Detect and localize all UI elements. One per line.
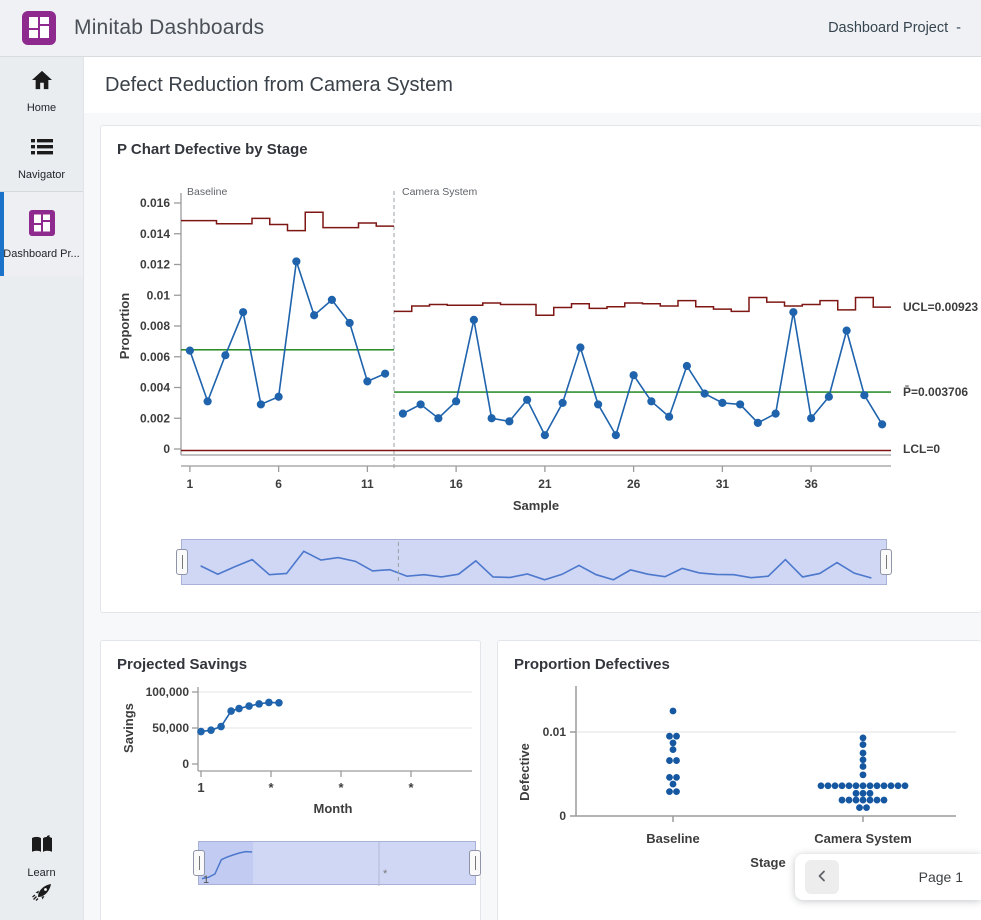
page-title: Defect Reduction from Camera System bbox=[105, 74, 453, 97]
svg-text:50,000: 50,000 bbox=[152, 721, 189, 735]
pchart-brush[interactable] bbox=[181, 539, 887, 585]
sidebar-item-feedback[interactable] bbox=[0, 879, 83, 920]
svg-text:Baseline: Baseline bbox=[646, 831, 699, 846]
home-icon bbox=[31, 70, 53, 95]
svg-text:0: 0 bbox=[163, 442, 170, 456]
svg-text:Camera System: Camera System bbox=[814, 831, 912, 846]
svg-text:26: 26 bbox=[627, 477, 641, 491]
dashboard-grid-icon bbox=[29, 210, 55, 241]
main-area: Defect Reduction from Camera System P Ch… bbox=[84, 57, 981, 920]
svg-text:Savings: Savings bbox=[121, 703, 136, 753]
brush-handle-left[interactable] bbox=[176, 549, 188, 575]
sidebar-item-label: Dashboard Pr... bbox=[3, 248, 79, 260]
savings-brush[interactable]: 1* bbox=[198, 841, 476, 885]
svg-text:LCL=0: LCL=0 bbox=[903, 442, 940, 456]
svg-text:Defective: Defective bbox=[517, 743, 532, 801]
app-title: Minitab Dashboards bbox=[74, 16, 264, 40]
sidebar-item-navigator[interactable]: Navigator bbox=[0, 124, 83, 191]
sidebar-item-dashboard-project[interactable]: Dashboard Pr... bbox=[0, 191, 83, 276]
learn-book-icon bbox=[30, 835, 54, 860]
topbar: Minitab Dashboards Dashboard Project - bbox=[0, 0, 981, 57]
sidebar: Home Navigator Dashboard Pr... bbox=[0, 57, 84, 920]
chevron-left-icon bbox=[815, 869, 829, 886]
svg-text:36: 36 bbox=[804, 477, 818, 491]
dashboard-content: P Chart Defective by Stage 0 0.002 0.004 0.… bbox=[84, 113, 981, 920]
svg-text:0: 0 bbox=[559, 809, 566, 823]
pagination-bar: Page 1 bbox=[795, 854, 981, 900]
card-savings: Projected Savings 050,000100,0001***Mont… bbox=[100, 640, 481, 920]
svg-text:0.002: 0.002 bbox=[140, 411, 170, 425]
svg-text:16: 16 bbox=[449, 477, 463, 491]
dotplot-title: Proportion Defectives bbox=[498, 641, 981, 673]
project-selector[interactable]: Dashboard Project - bbox=[828, 20, 961, 36]
svg-text:100,000: 100,000 bbox=[146, 685, 190, 699]
svg-text:P̄=0.003706: P̄=0.003706 bbox=[903, 385, 968, 399]
pchart-title: P Chart Defective by Stage bbox=[101, 126, 981, 158]
minitab-logo-icon bbox=[22, 11, 56, 45]
svg-text:0.004: 0.004 bbox=[140, 381, 170, 395]
svg-text:11: 11 bbox=[361, 477, 374, 491]
sidebar-item-label: Home bbox=[27, 102, 56, 114]
svg-text:1: 1 bbox=[203, 874, 209, 886]
svg-text:*: * bbox=[268, 780, 274, 795]
svg-text:0.008: 0.008 bbox=[140, 319, 170, 333]
svg-text:21: 21 bbox=[538, 477, 552, 491]
navigator-icon bbox=[30, 137, 54, 162]
svg-text:Sample: Sample bbox=[513, 498, 559, 513]
savings-title: Projected Savings bbox=[101, 641, 480, 673]
svg-text:Proportion: Proportion bbox=[117, 293, 132, 359]
svg-text:1: 1 bbox=[197, 780, 204, 795]
svg-text:Camera System: Camera System bbox=[402, 186, 478, 198]
card-pchart: P Chart Defective by Stage 0 0.002 0.004 0.… bbox=[100, 125, 981, 613]
svg-text:*: * bbox=[383, 868, 388, 880]
brush-handle-right[interactable] bbox=[469, 850, 481, 876]
sidebar-item-learn[interactable]: Learn bbox=[0, 822, 83, 879]
page-title-band: Defect Reduction from Camera System bbox=[84, 57, 981, 113]
pchart-brush-minichart bbox=[182, 540, 888, 586]
svg-text:0.014: 0.014 bbox=[140, 227, 170, 241]
svg-text:Baseline: Baseline bbox=[187, 186, 227, 198]
svg-text:6: 6 bbox=[275, 477, 282, 491]
project-name: Dashboard Project bbox=[828, 20, 948, 36]
svg-text:UCL=0.00923: UCL=0.00923 bbox=[903, 300, 978, 314]
svg-text:0.012: 0.012 bbox=[140, 258, 170, 272]
sidebar-item-label: Navigator bbox=[18, 169, 65, 181]
project-caret-icon: - bbox=[956, 20, 961, 36]
savings-svg: 0 50,000 100,000 1 * * * Month Savings bbox=[101, 681, 482, 836]
svg-text:0.01: 0.01 bbox=[543, 725, 567, 739]
page-label: Page 1 bbox=[919, 869, 963, 885]
svg-text:1: 1 bbox=[187, 477, 194, 491]
sidebar-item-home[interactable]: Home bbox=[0, 57, 83, 124]
svg-text:0.01: 0.01 bbox=[147, 288, 171, 302]
savings-brush-minichart: 1* bbox=[199, 842, 477, 886]
pchart-svg: 0 0.002 0.004 0.006 0.008 0.01 0.012 0.014 0.016… bbox=[105, 168, 981, 538]
brush-handle-right[interactable] bbox=[880, 549, 892, 575]
rocket-icon bbox=[30, 881, 54, 910]
svg-text:0: 0 bbox=[182, 757, 189, 771]
prev-page-button[interactable] bbox=[805, 860, 839, 894]
svg-text:*: * bbox=[408, 780, 414, 795]
svg-text:Stage: Stage bbox=[750, 855, 785, 870]
sidebar-item-label: Learn bbox=[27, 867, 55, 879]
svg-text:Month: Month bbox=[314, 801, 353, 816]
svg-text:*: * bbox=[338, 780, 344, 795]
svg-text:0.016: 0.016 bbox=[140, 196, 170, 210]
brush-handle-left[interactable] bbox=[193, 850, 205, 876]
svg-text:31: 31 bbox=[716, 477, 730, 491]
svg-text:0.006: 0.006 bbox=[140, 350, 170, 364]
